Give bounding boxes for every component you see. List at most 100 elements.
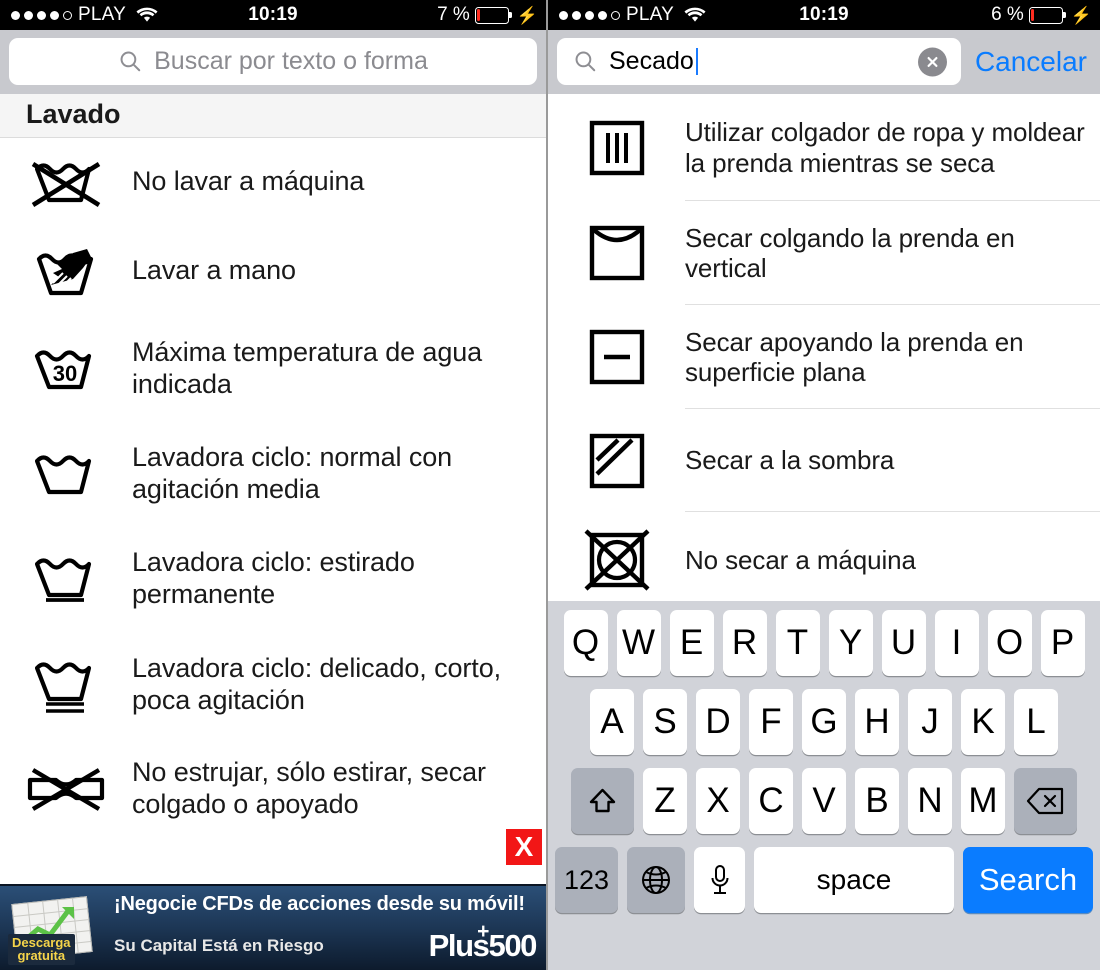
search-icon: [573, 49, 598, 74]
key-o[interactable]: O: [987, 610, 1032, 676]
keyboard-row-4: 123 space Search: [548, 847, 1100, 913]
key-y[interactable]: Y: [828, 610, 873, 676]
status-bar-clock: 10:19: [799, 4, 849, 25]
keyboard-row-1: Q W E R T Y U I O P: [548, 610, 1100, 676]
battery-icon: [1028, 6, 1066, 24]
status-bar-left: PLAY 10:19 7 % ⚡: [0, 0, 546, 30]
list-item[interactable]: Secar colgando la prenda en vertical: [548, 201, 1100, 305]
list-item[interactable]: Utilizar colgador de ropa y moldear la p…: [548, 94, 1100, 201]
key-z[interactable]: Z: [643, 768, 687, 834]
battery-icon: [474, 6, 512, 24]
list-item[interactable]: Lavadora ciclo: delicado, corto, poca ag…: [0, 631, 546, 739]
key-e[interactable]: E: [669, 610, 714, 676]
do-not-tumble-dry-icon: [548, 528, 685, 592]
key-u[interactable]: U: [881, 610, 926, 676]
status-bar-clock: 10:19: [248, 4, 298, 25]
key-m[interactable]: M: [961, 768, 1005, 834]
ad-thumbnail: Descarga gratuita: [6, 889, 98, 967]
key-q[interactable]: Q: [563, 610, 608, 676]
on-screen-keyboard: Q W E R T Y U I O P A S D F G H J K L Z …: [548, 601, 1100, 970]
list-item-label: Secar a la sombra: [685, 445, 895, 476]
cancel-button[interactable]: Cancelar: [969, 46, 1091, 78]
dual-phone-screenshot: PLAY 10:19 7 % ⚡ Buscar por texto o form…: [0, 0, 1100, 970]
symbol-list-right: Utilizar colgador de ropa y moldear la p…: [548, 94, 1100, 608]
list-item-label: No secar a máquina: [685, 544, 916, 575]
key-c[interactable]: C: [749, 768, 793, 834]
search-bar-container-right: Secado Cancelar: [548, 30, 1100, 94]
search-input[interactable]: Buscar por texto o forma: [9, 38, 537, 85]
key-x[interactable]: X: [696, 768, 740, 834]
search-input[interactable]: Secado: [557, 38, 961, 85]
search-input-value: Secado: [609, 47, 694, 75]
key-j[interactable]: J: [908, 689, 952, 755]
key-d[interactable]: D: [696, 689, 740, 755]
list-item[interactable]: No secar a máquina: [548, 512, 1100, 608]
hand-wash-icon: [0, 241, 132, 301]
key-t[interactable]: T: [775, 610, 820, 676]
symbol-list-left: No lavar a máquina Lavar a mano 30 Máxim…: [0, 138, 546, 839]
list-item[interactable]: No estrujar, sólo estirar, secar colgado…: [0, 739, 546, 839]
search-bar-container-left: Buscar por texto o forma: [0, 30, 546, 94]
key-k[interactable]: K: [961, 689, 1005, 755]
globe-icon[interactable]: [627, 847, 685, 913]
key-i[interactable]: I: [934, 610, 979, 676]
list-item[interactable]: Lavadora ciclo: estirado permanente: [0, 526, 546, 631]
microphone-icon[interactable]: [694, 847, 745, 913]
backspace-icon[interactable]: [1014, 768, 1077, 834]
numbers-key[interactable]: 123: [555, 847, 618, 913]
key-n[interactable]: N: [908, 768, 952, 834]
ad-brand-logo: + Plus500: [429, 920, 538, 964]
list-item[interactable]: Lavar a mano: [0, 226, 546, 316]
key-b[interactable]: B: [855, 768, 899, 834]
ad-close-button[interactable]: X: [506, 829, 542, 865]
key-s[interactable]: S: [643, 689, 687, 755]
list-item-label: Secar colgando la prenda en vertical: [685, 222, 1015, 283]
shift-arrow-icon[interactable]: [571, 768, 634, 834]
key-g[interactable]: G: [802, 689, 846, 755]
key-v[interactable]: V: [802, 768, 846, 834]
list-item-label: Lavadora ciclo: normal con agitación med…: [132, 441, 453, 504]
ad-text-block: ¡Negocie CFDs de acciones desde su móvil…: [98, 893, 546, 964]
ad-brand-plus: +: [477, 919, 489, 943]
key-w[interactable]: W: [616, 610, 661, 676]
no-machine-wash-icon: [0, 155, 132, 209]
list-item[interactable]: Lavadora ciclo: normal con agitación med…: [0, 421, 546, 526]
ad-badge: Descarga gratuita: [8, 933, 75, 965]
list-item[interactable]: Secar apoyando la prenda en superficie p…: [548, 305, 1100, 409]
section-header-lavado: Lavado: [0, 94, 546, 138]
key-r[interactable]: R: [722, 610, 767, 676]
keyboard-row-2: A S D F G H J K L: [548, 689, 1100, 755]
list-item-label: Secar apoyando la prenda en superficie p…: [685, 326, 1024, 387]
svg-text:30: 30: [53, 361, 77, 386]
hang-to-dry-icon: [548, 222, 685, 284]
search-icon: [118, 49, 143, 74]
list-item-label: Máxima temperatura de agua indicada: [132, 336, 483, 399]
keyboard-row-3: Z X C V B N M: [548, 768, 1100, 834]
key-f[interactable]: F: [749, 689, 793, 755]
space-key[interactable]: space: [754, 847, 954, 913]
key-h[interactable]: H: [855, 689, 899, 755]
wash-permanent-press-icon: [0, 550, 132, 608]
ad-banner[interactable]: Descarga gratuita ¡Negocie CFDs de accio…: [0, 884, 546, 970]
key-a[interactable]: A: [590, 689, 634, 755]
right-phone-screen: PLAY 10:19 6 % ⚡ Secado Cancelar Utiliza…: [548, 0, 1100, 970]
list-item-label: No lavar a máquina: [132, 166, 365, 197]
list-item-label: Lavadora ciclo: delicado, corto, poca ag…: [132, 653, 502, 715]
ad-subline: Su Capital Está en Riesgo: [114, 935, 324, 955]
drip-dry-on-hanger-icon: [548, 117, 685, 179]
list-item-label: Lavadora ciclo: estirado permanente: [132, 546, 415, 609]
clear-circle-icon[interactable]: [917, 47, 947, 76]
do-not-wring-icon: [0, 764, 132, 814]
dry-in-shade-icon: [548, 430, 685, 492]
list-item[interactable]: No lavar a máquina: [0, 138, 546, 226]
key-p[interactable]: P: [1040, 610, 1085, 676]
key-l[interactable]: L: [1014, 689, 1058, 755]
wash-temp-30-icon: 30: [0, 342, 132, 396]
list-item[interactable]: Secar a la sombra: [548, 409, 1100, 512]
left-phone-screen: PLAY 10:19 7 % ⚡ Buscar por texto o form…: [0, 0, 548, 970]
dry-flat-icon: [548, 326, 685, 388]
text-caret: [695, 48, 699, 75]
list-item[interactable]: 30 Máxima temperatura de agua indicada: [0, 316, 546, 421]
wash-delicate-icon: [0, 654, 132, 716]
search-key[interactable]: Search: [963, 847, 1093, 913]
